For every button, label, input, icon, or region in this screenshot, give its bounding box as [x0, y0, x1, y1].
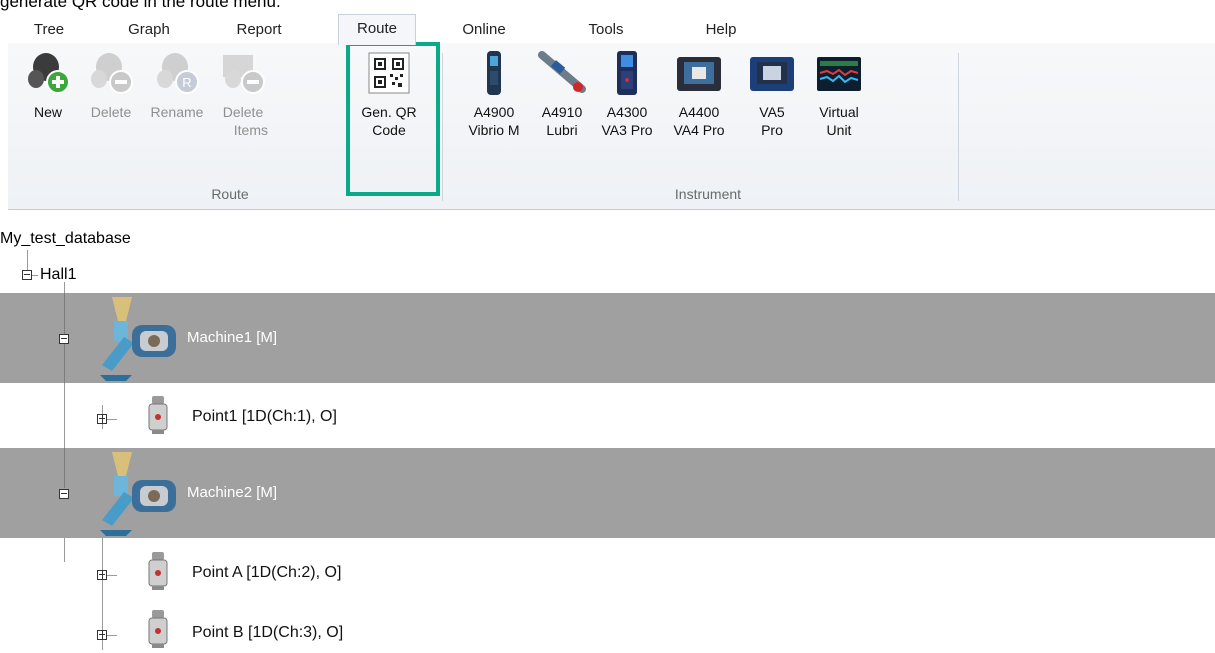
- rename-icon: R: [153, 49, 201, 97]
- delete-items-button-label-1: Delete: [222, 104, 264, 120]
- hall-collapse-toggle[interactable]: [22, 270, 32, 280]
- tree-machine-label: Machine1 [M]: [187, 329, 278, 346]
- point-expand-toggle[interactable]: [97, 414, 107, 424]
- a4910-button[interactable]: A4910 Lubri: [534, 49, 590, 139]
- va5-device-icon: [748, 49, 796, 97]
- tree-hall-label[interactable]: Hall1: [40, 266, 76, 284]
- tab-report[interactable]: Report: [228, 18, 290, 42]
- a4300-label-1: A4300: [606, 104, 648, 120]
- ribbon-panel: New Delete R Rename Delete Items Gen. QR…: [8, 43, 1215, 210]
- gen-qr-code-label-2: Code: [372, 122, 406, 138]
- a4300-label-2: VA3 Pro: [601, 122, 653, 138]
- instrument-group-label: Instrument: [674, 186, 742, 202]
- gen-qr-code-label-1: Gen. QR: [361, 104, 417, 120]
- group-separator: [442, 53, 443, 201]
- ribbon-tab-bar: Tree Graph Report Route Online Tools Hel…: [8, 12, 1215, 45]
- tab-route[interactable]: Route: [338, 14, 416, 45]
- tree-point-label[interactable]: Point A [1D(Ch:2), O]: [192, 564, 341, 582]
- new-button-label: New: [33, 104, 62, 120]
- tab-tools[interactable]: Tools: [581, 18, 631, 42]
- tab-help[interactable]: Help: [698, 18, 744, 42]
- qr-code-icon: [365, 49, 413, 97]
- point-expand-toggle[interactable]: [97, 570, 107, 580]
- sensor-icon: [146, 396, 170, 439]
- machine-collapse-toggle[interactable]: [59, 489, 69, 499]
- tab-tree[interactable]: Tree: [24, 18, 74, 42]
- a4910-device-icon: [538, 49, 586, 97]
- delete-items-icon: [219, 49, 267, 97]
- virtual-unit-button[interactable]: Virtual Unit: [806, 49, 872, 139]
- tree-root-label[interactable]: My_test_database: [0, 230, 131, 248]
- a4900-button[interactable]: A4900 Vibrio M: [458, 49, 530, 139]
- machine-icon: [92, 295, 182, 386]
- a4910-label-1: A4910: [541, 104, 583, 120]
- group-separator-2: [958, 53, 959, 201]
- sensor-icon: [146, 552, 170, 595]
- virtual-unit-icon: [815, 49, 863, 97]
- va5-label-2: Pro: [761, 122, 783, 138]
- gen-qr-code-button[interactable]: Gen. QR Code: [352, 49, 426, 139]
- rename-button[interactable]: R Rename: [144, 49, 210, 121]
- virtual-unit-label-2: Unit: [826, 122, 852, 138]
- tree-point-label[interactable]: Point B [1D(Ch:3), O]: [192, 624, 343, 642]
- tab-online[interactable]: Online: [453, 18, 515, 42]
- a4400-button[interactable]: A4400 VA4 Pro: [664, 49, 734, 139]
- tree-connector: [32, 275, 38, 276]
- point-expand-toggle[interactable]: [97, 630, 107, 640]
- delete-items-button-label-2: Items: [233, 122, 268, 138]
- a4400-label-1: A4400: [678, 104, 720, 120]
- tab-graph[interactable]: Graph: [118, 18, 180, 42]
- new-icon: [24, 49, 72, 97]
- tree-connector: [107, 419, 117, 420]
- delete-button-label: Delete: [90, 104, 132, 120]
- delete-button[interactable]: Delete: [80, 49, 142, 121]
- a4400-device-icon: [675, 49, 723, 97]
- virtual-unit-label-1: Virtual: [819, 104, 859, 120]
- new-button[interactable]: New: [20, 49, 76, 121]
- tree-machine-label: Machine2 [M]: [187, 484, 278, 501]
- a4910-label-2: Lubri: [546, 122, 578, 138]
- delete-icon: [87, 49, 135, 97]
- delete-items-button[interactable]: Delete Items: [212, 49, 274, 139]
- tree-connector: [107, 575, 117, 576]
- tree-point-label[interactable]: Point1 [1D(Ch:1), O]: [192, 408, 337, 426]
- tree-view: My_test_database Hall1 Machine1 [M] Poin…: [0, 210, 1215, 650]
- tree-machine-row[interactable]: Machine1 [M]: [0, 293, 1215, 383]
- a4300-device-icon: [603, 49, 651, 97]
- va5-pro-button[interactable]: VA5 Pro: [744, 49, 800, 139]
- va5-label-1: VA5: [759, 104, 785, 120]
- tree-connector: [107, 635, 117, 636]
- svg-text:R: R: [182, 75, 191, 90]
- a4900-label-2: Vibrio M: [468, 122, 520, 138]
- a4300-button[interactable]: A4300 VA3 Pro: [594, 49, 660, 139]
- tree-connector: [64, 448, 65, 488]
- a4900-label-1: A4900: [473, 104, 515, 120]
- machine-collapse-toggle[interactable]: [59, 334, 69, 344]
- a4400-label-2: VA4 Pro: [673, 122, 725, 138]
- tree-machine-row[interactable]: Machine2 [M]: [0, 448, 1215, 538]
- machine-icon: [92, 450, 182, 541]
- caption-text: generate QR code in the route menu.: [0, 0, 281, 11]
- a4900-device-icon: [470, 49, 518, 97]
- route-group-label: Route: [211, 186, 249, 202]
- tree-connector: [27, 250, 28, 270]
- rename-button-label: Rename: [150, 104, 204, 120]
